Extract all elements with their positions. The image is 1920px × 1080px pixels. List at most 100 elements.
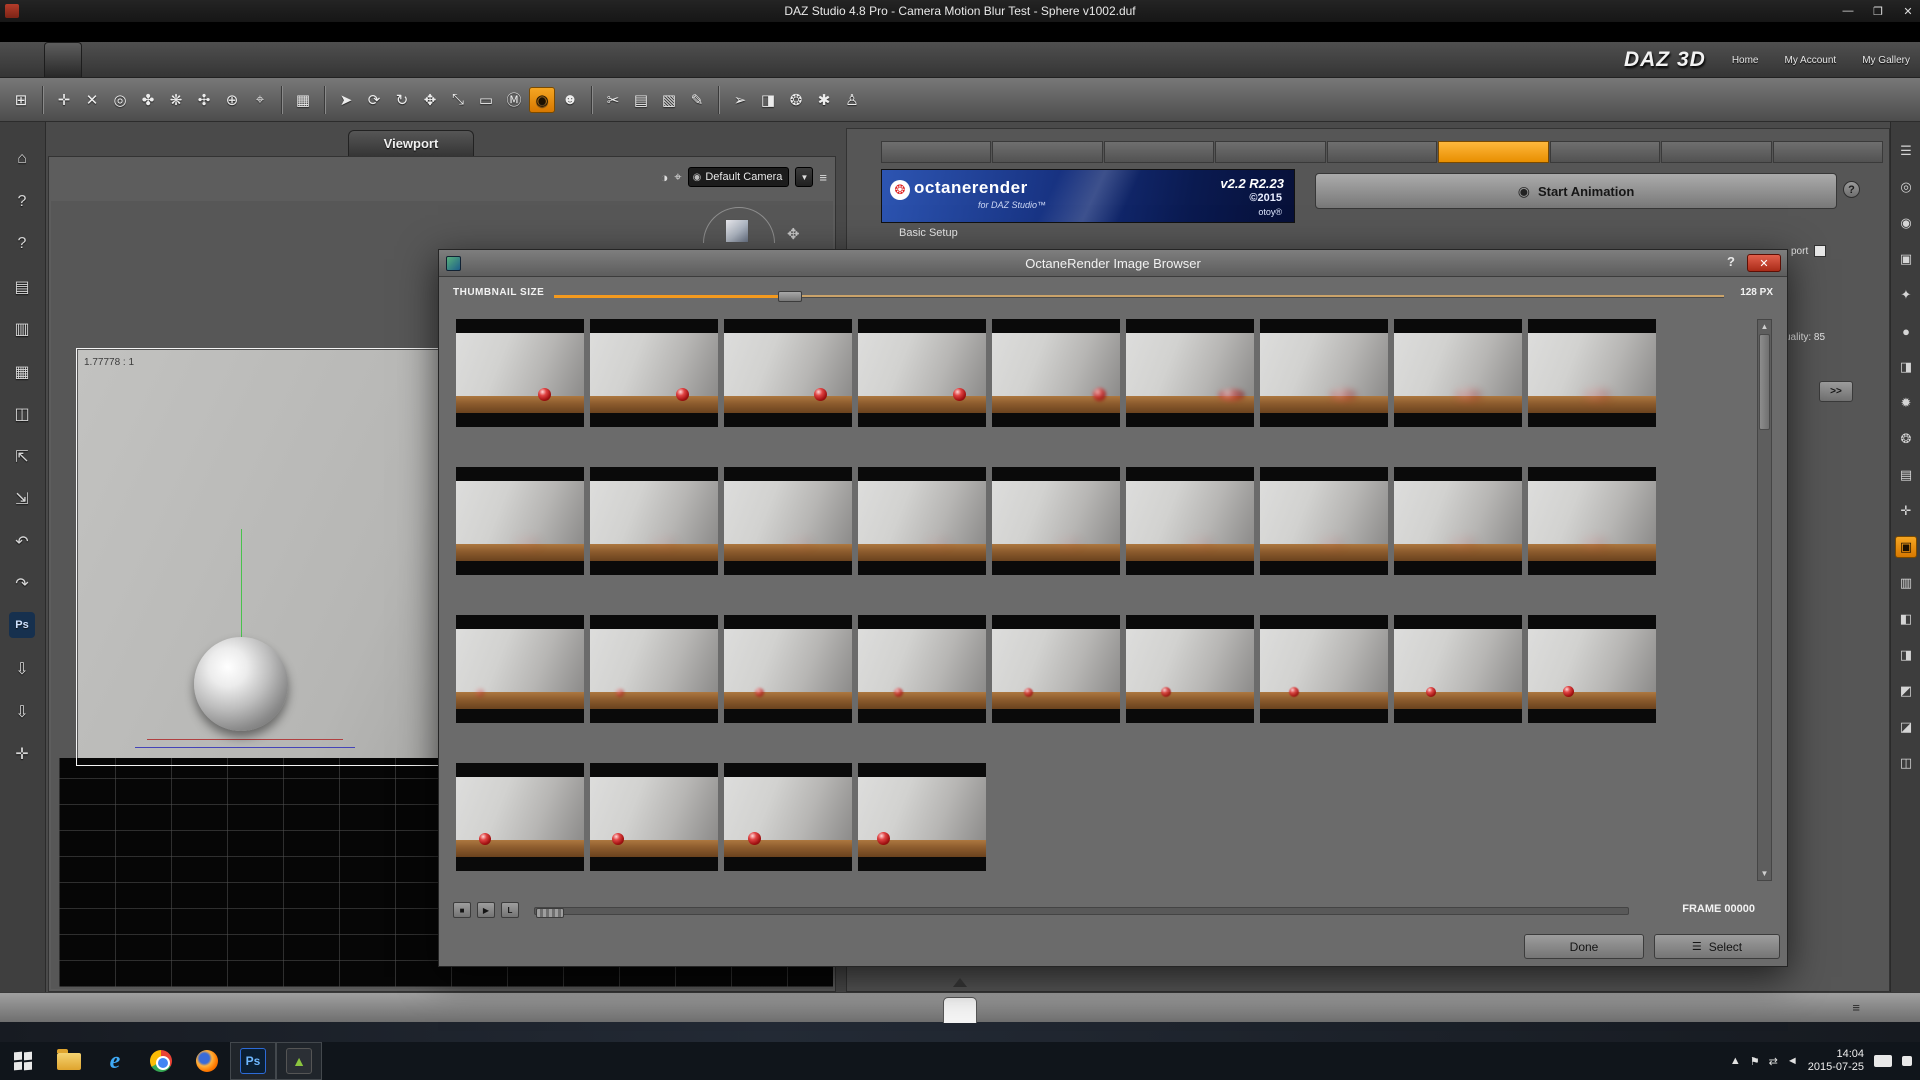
menu-item-window[interactable] — [100, 30, 114, 34]
octane-tab-preferences[interactable] — [881, 141, 991, 163]
surfaces-pane-icon[interactable]: ● — [1895, 320, 1917, 342]
node-target-icon[interactable]: ⊕ — [219, 87, 245, 113]
activity-tab-content-editing[interactable] — [262, 42, 298, 77]
page-tool-icon[interactable]: ▧ — [656, 87, 682, 113]
thumbnail[interactable] — [1394, 615, 1522, 737]
scroll-down-icon[interactable]: ▼ — [1758, 867, 1771, 880]
thumbnail[interactable] — [724, 615, 852, 737]
activity-tab-genx[interactable] — [190, 42, 226, 77]
thumbnail[interactable] — [590, 319, 718, 441]
save-icon[interactable]: ◫ — [7, 399, 37, 429]
dialog-help-button[interactable]: ? — [1727, 254, 1735, 269]
dialog-close-button[interactable]: ✕ — [1747, 254, 1781, 272]
undo-icon[interactable]: ↶ — [7, 527, 37, 557]
activity-tab-animation[interactable] — [82, 42, 118, 77]
layout-c-icon[interactable]: ◩ — [1895, 680, 1917, 702]
pane-drag-marker[interactable] — [953, 978, 967, 987]
install-b-icon[interactable]: ⇩ — [7, 697, 37, 727]
frame-slider-handle[interactable] — [536, 908, 564, 918]
loop-button[interactable]: L — [501, 902, 519, 918]
menu-item-render[interactable] — [68, 30, 82, 34]
octane-tab-animation[interactable] — [1438, 141, 1548, 163]
thumbnail[interactable] — [1528, 467, 1656, 589]
viewport-tab[interactable]: Viewport — [348, 130, 474, 156]
scene-block-icon[interactable]: ⊞ — [8, 87, 34, 113]
layout-d-icon[interactable]: ◪ — [1895, 716, 1917, 738]
lessons-icon[interactable]: ? — [7, 187, 37, 217]
octane-tab-environment[interactable] — [1104, 141, 1214, 163]
pane-menu-icon[interactable]: ☰ — [1895, 140, 1917, 162]
activity-tab-lamh[interactable] — [154, 42, 190, 77]
import-icon[interactable]: ⇲ — [7, 484, 37, 514]
thumbnail[interactable] — [590, 763, 718, 885]
octane-tab-network[interactable] — [1550, 141, 1660, 163]
layout-a-icon[interactable]: ◧ — [1895, 608, 1917, 630]
octane-logo-pane-icon[interactable]: ❂ — [1895, 428, 1917, 450]
bottom-pane-menu-icon[interactable]: ≡ — [1852, 1000, 1860, 1015]
more-button[interactable]: >> — [1819, 381, 1853, 402]
node-plus-icon[interactable]: ✛ — [51, 87, 77, 113]
menu-item-edit[interactable] — [20, 30, 34, 34]
smart-content-icon[interactable]: ◎ — [1895, 176, 1917, 198]
film-tool-icon[interactable]: ▤ — [628, 87, 654, 113]
hidden-icons-icon[interactable]: ▲ — [1730, 1055, 1741, 1068]
thumbnail[interactable] — [1394, 467, 1522, 589]
bottom-tab-keymate[interactable] — [943, 997, 977, 1023]
octane-pane-icon[interactable]: ▣ — [1895, 536, 1917, 558]
taskbar-clock[interactable]: 14:04 2015-07-25 — [1808, 1048, 1864, 1074]
activity-tab-tools[interactable] — [226, 42, 262, 77]
thumbnail[interactable] — [1260, 467, 1388, 589]
activity-tab-scene-setup[interactable] — [8, 42, 44, 77]
taskbar-chrome-button[interactable] — [138, 1042, 184, 1080]
select-button[interactable]: ☰ Select — [1654, 934, 1780, 959]
octane-logo-icon[interactable]: ❂ — [783, 87, 809, 113]
close-button[interactable]: ✕ — [1900, 5, 1916, 18]
taskbar-photoshop-button[interactable]: Ps — [230, 1042, 276, 1080]
dialog-title-bar[interactable]: OctaneRender Image Browser ? ✕ — [439, 250, 1787, 277]
octane-viewport-icon[interactable]: ◉ — [529, 87, 555, 113]
thumbnail[interactable] — [724, 763, 852, 885]
thumbnail[interactable] — [456, 319, 584, 441]
install-a-icon[interactable]: ⇩ — [7, 654, 37, 684]
pointer-plus-icon[interactable]: ➢ — [727, 87, 753, 113]
scrollbar-thumb[interactable] — [1759, 334, 1770, 430]
thumbnail[interactable] — [1394, 319, 1522, 441]
timeline-pane-icon[interactable]: ▥ — [1895, 572, 1917, 594]
redo-icon[interactable]: ↷ — [7, 569, 37, 599]
thumbnail[interactable] — [1260, 319, 1388, 441]
menu-item-tools[interactable] — [52, 30, 66, 34]
thumbnail[interactable] — [992, 615, 1120, 737]
view-cube[interactable] — [725, 219, 749, 243]
man-tool-icon[interactable]: ♙ — [839, 87, 865, 113]
lights-pane-icon[interactable]: ✹ — [1895, 392, 1917, 414]
thumbnail[interactable] — [590, 615, 718, 737]
maximize-button[interactable]: ❐ — [1870, 5, 1886, 18]
camera-selector-arrow[interactable]: ▼ — [795, 167, 813, 187]
show-desktop-button[interactable] — [1902, 1056, 1912, 1066]
octane-help-button[interactable]: ? — [1843, 181, 1860, 198]
frame-tool-icon[interactable]: ▭ — [473, 87, 499, 113]
help-icon[interactable]: ? — [7, 229, 37, 259]
taskbar-firefox-button[interactable] — [184, 1042, 230, 1080]
scroll-up-icon[interactable]: ▲ — [1758, 320, 1771, 333]
node-world-icon[interactable]: ◎ — [107, 87, 133, 113]
menu-item-create[interactable] — [36, 30, 50, 34]
touch-keyboard-icon[interactable] — [1874, 1055, 1892, 1067]
octane-tab-textures[interactable] — [1327, 141, 1437, 163]
thumbnail[interactable] — [1528, 615, 1656, 737]
pan-gizmo-icon[interactable]: ✥ — [787, 225, 800, 243]
camera-selector[interactable]: ◉ Default Camera — [688, 167, 790, 187]
node-cross-b-icon[interactable]: ✣ — [191, 87, 217, 113]
done-button[interactable]: Done — [1524, 934, 1644, 959]
octane-tab-system[interactable] — [1661, 141, 1771, 163]
thumbnail[interactable] — [858, 763, 986, 885]
activity-tab-octanerender[interactable] — [44, 42, 82, 77]
activity-tab-dynamic-clothing[interactable] — [118, 42, 154, 77]
viewport-pane-menu-icon[interactable]: ≡ — [819, 170, 827, 185]
taskbar-daz-studio-button[interactable]: ▲ — [276, 1042, 322, 1080]
node-cross-a-icon[interactable]: ❋ — [163, 87, 189, 113]
draw-style-icon[interactable]: ◑ — [660, 170, 668, 185]
slider-handle[interactable] — [778, 291, 802, 302]
play-button[interactable]: ▶ — [477, 902, 495, 918]
scale-tool-icon[interactable]: ⤡ — [445, 87, 471, 113]
